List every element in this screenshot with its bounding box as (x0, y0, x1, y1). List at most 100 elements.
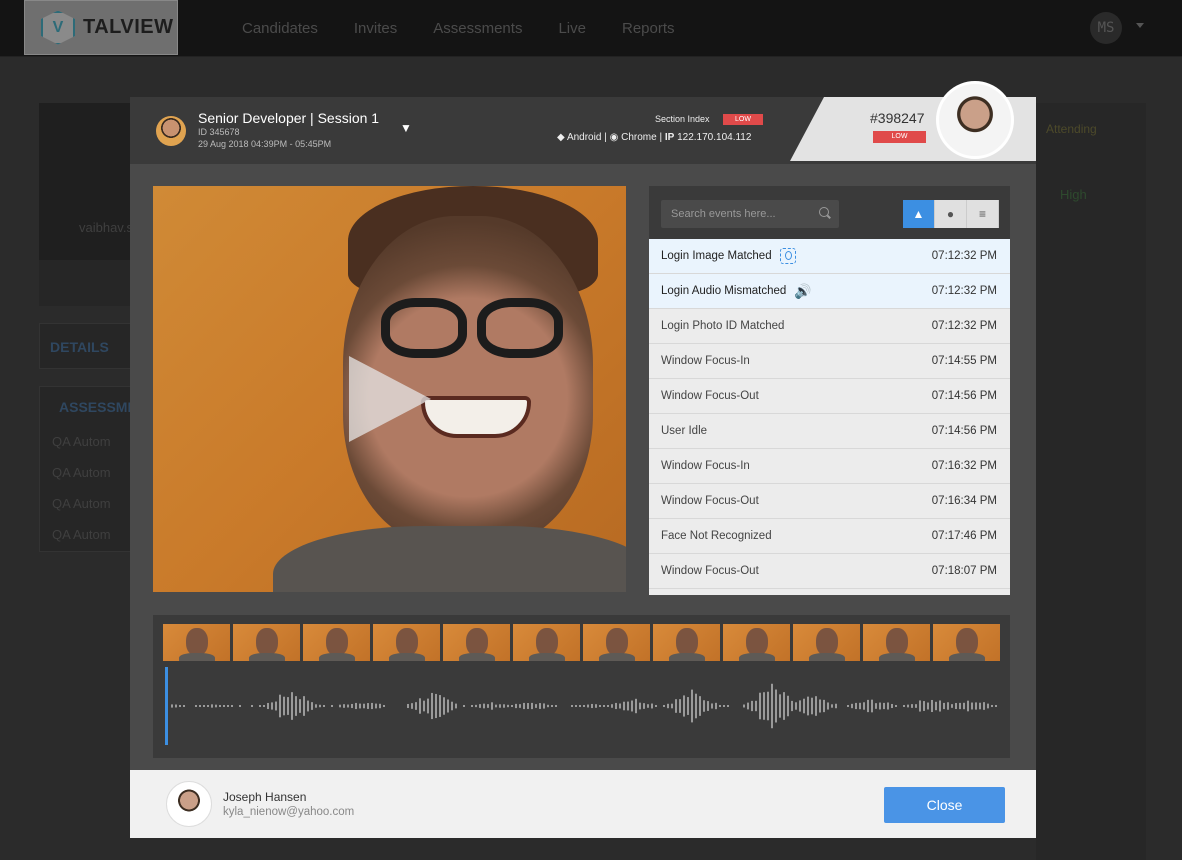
waveform-bar (227, 705, 229, 707)
timeline-thumbnail[interactable] (793, 624, 860, 661)
waveform-bar (847, 705, 849, 707)
waveform-bar (347, 704, 349, 708)
waveform-bar (663, 705, 665, 707)
video-frame-glasses (381, 298, 467, 358)
user-avatar[interactable]: MS (1090, 12, 1122, 44)
timeline-thumbnail[interactable] (303, 624, 370, 661)
warning-filter-button[interactable]: ▲ (903, 200, 935, 228)
waveform-bar (619, 703, 621, 709)
waveform-bar (627, 701, 629, 711)
timeline-thumbnail[interactable] (583, 624, 650, 661)
waveform-bar (911, 704, 913, 708)
waveform-bar (447, 699, 449, 713)
waveform-bar (279, 694, 281, 718)
close-button[interactable]: Close (884, 787, 1005, 823)
event-filter-group: ▲ ● ≡ (903, 200, 999, 228)
waveform-bar (835, 703, 837, 709)
event-name: Window Focus-In (661, 460, 750, 472)
event-row[interactable]: Login Photo ID Matched 07:12:32 PM (649, 309, 1010, 344)
waveform-bar (767, 691, 769, 721)
waveform-bar (879, 702, 881, 710)
session-date: 29 Aug 2018 04:39PM - 05:45PM (198, 139, 332, 149)
settings-filter-button[interactable]: ≡ (967, 200, 999, 228)
timeline-thumbnail[interactable] (653, 624, 720, 661)
thumbnail-strip (163, 624, 1000, 661)
waveform-bar (851, 703, 853, 709)
session-avatar (156, 116, 186, 146)
waveform-bar (515, 703, 517, 709)
event-time: 07:16:34 PM (931, 495, 997, 507)
globe-icon: ● (946, 207, 955, 221)
candidate-email: kyla_nienow@yahoo.com (223, 806, 355, 818)
waveform-bar (415, 702, 417, 710)
event-time: 07:12:32 PM (931, 285, 997, 297)
section-risk-badge: LOW (723, 114, 763, 125)
modal-header: Senior Developer | Session 1 ID 345678 2… (130, 81, 1036, 164)
waveform-bar (299, 699, 301, 713)
bg-profile-card: vaibhav.s (39, 103, 133, 306)
waveform-bar (807, 696, 809, 716)
waveform-bar (935, 701, 937, 711)
playhead-cursor[interactable] (165, 667, 168, 745)
nav-candidates[interactable]: Candidates (242, 20, 318, 37)
timeline-thumbnail[interactable] (163, 624, 230, 661)
env-ip-label: IP (664, 132, 675, 143)
waveform-bar (175, 704, 177, 708)
nav-live[interactable]: Live (558, 20, 586, 37)
waveform-bar (671, 703, 673, 709)
video-player[interactable] (153, 186, 626, 592)
timeline-thumbnail[interactable] (933, 624, 1000, 661)
waveform-bar (195, 705, 197, 707)
waveform-bar (571, 705, 573, 707)
waveform-bar (503, 704, 505, 708)
waveform-bar (919, 700, 921, 712)
event-row[interactable]: Window Focus-Out 07:18:07 PM (649, 554, 1010, 589)
timeline-thumbnail[interactable] (863, 624, 930, 661)
timeline-thumbnail[interactable] (723, 624, 790, 661)
timeline-thumbnail[interactable] (443, 624, 510, 661)
waveform-bar (871, 699, 873, 713)
audio-waveform[interactable] (171, 667, 1001, 745)
waveform-bar (887, 702, 889, 710)
timeline-thumbnail[interactable] (513, 624, 580, 661)
event-row[interactable]: Login Image Matched 07:12:32 PM (649, 239, 1010, 274)
event-row[interactable]: Window Focus-In 07:16:32 PM (649, 449, 1010, 484)
event-row[interactable]: Window Focus-Out 07:14:56 PM (649, 379, 1010, 414)
timeline-thumbnail[interactable] (233, 624, 300, 661)
waveform-bar (987, 703, 989, 709)
video-frame-smile (421, 396, 531, 438)
search-icon (819, 207, 829, 217)
waveform-bar (831, 704, 833, 708)
nav-assessments[interactable]: Assessments (433, 20, 522, 37)
play-icon[interactable] (349, 356, 431, 442)
session-dropdown-caret-icon[interactable]: ▼ (400, 121, 412, 135)
event-time: 07:14:56 PM (931, 390, 997, 402)
waveform-bar (203, 705, 205, 707)
waveform-bar (523, 702, 525, 710)
speaker-icon: 🔊 (794, 282, 812, 299)
event-row[interactable]: Login Audio Mismatched 🔊 07:12:32 PM (649, 274, 1010, 309)
bg-details-label: DETAILS (50, 339, 109, 355)
waveform-bar (315, 704, 317, 708)
waveform-bar (743, 704, 745, 708)
nav-invites[interactable]: Invites (354, 20, 397, 37)
event-row[interactable]: Face Not Recognized 07:17:46 PM (649, 519, 1010, 554)
waveform-bar (303, 696, 305, 716)
waveform-bar (339, 704, 341, 708)
bg-row: QA Autom (52, 465, 111, 480)
event-row[interactable]: Window Focus-Out 07:16:34 PM (649, 484, 1010, 519)
waveform-bar (703, 700, 705, 712)
waveform-bar (455, 703, 457, 709)
waveform-bar (775, 689, 777, 723)
event-row[interactable]: User Idle 07:14:56 PM (649, 414, 1010, 449)
waveform-bar (963, 702, 965, 710)
waveform-bar (607, 705, 609, 707)
event-row[interactable]: Window Focus-In 07:14:55 PM (649, 344, 1010, 379)
nav-reports[interactable]: Reports (622, 20, 675, 37)
timeline-thumbnail[interactable] (373, 624, 440, 661)
talview-logo[interactable]: V TALVIEW (24, 0, 178, 55)
globe-filter-button[interactable]: ● (935, 200, 967, 228)
search-events-input[interactable] (661, 200, 839, 228)
waveform-bar (511, 705, 513, 707)
user-menu-caret-icon[interactable] (1136, 23, 1144, 28)
